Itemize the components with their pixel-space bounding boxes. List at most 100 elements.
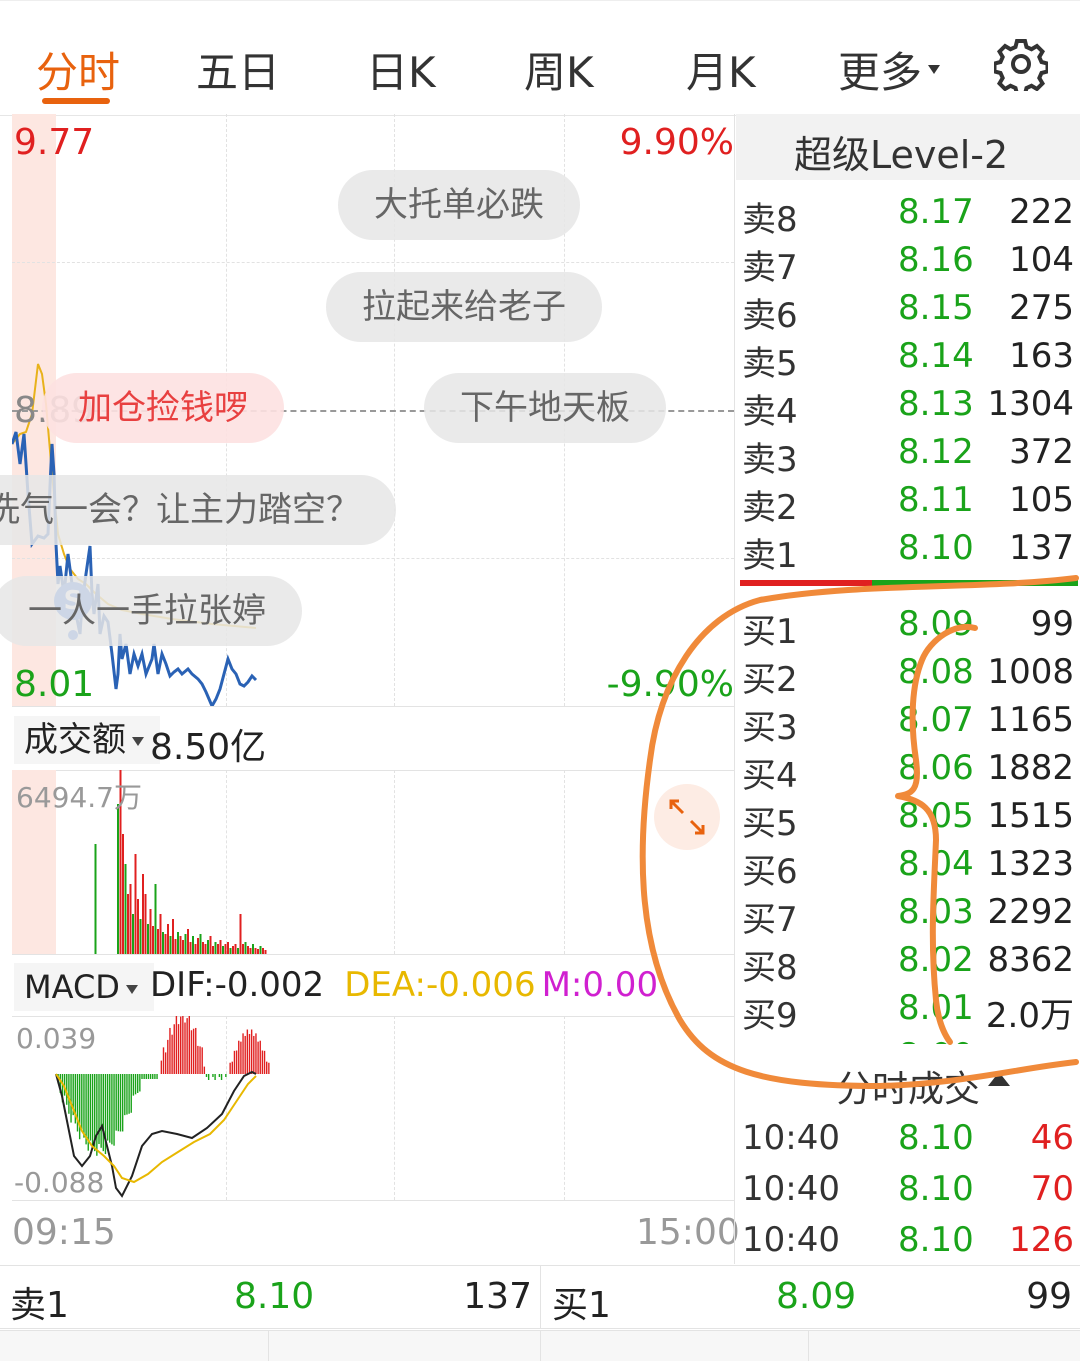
macd-plot xyxy=(55,1016,270,1198)
ask-row[interactable]: 卖3 8.12 372 xyxy=(742,432,1074,480)
trade-row[interactable]: 10:40 8.10 46 xyxy=(742,1118,1074,1168)
bid-row[interactable]: 买9 8.01 2.0万 xyxy=(742,988,1074,1036)
price-low-label: 8.01 xyxy=(14,664,95,705)
volume-bar xyxy=(189,942,192,954)
ask-row[interactable]: 卖8 8.17 222 xyxy=(742,192,1074,240)
volume-bar xyxy=(222,946,224,954)
order-label: 买3 xyxy=(742,708,798,748)
volume-bar xyxy=(167,924,169,954)
bid-row[interactable]: 买6 8.04 1323 xyxy=(742,844,1074,892)
ask-row[interactable]: 卖2 8.11 105 xyxy=(742,480,1074,528)
bullet-comment[interactable]: 下午地天板 xyxy=(424,373,666,443)
volume-bar xyxy=(162,932,164,954)
volume-bar xyxy=(159,914,162,954)
order-vol: 8362 xyxy=(987,940,1074,980)
tab-daily-k[interactable]: 日K xyxy=(366,39,436,100)
order-price: 8.06 xyxy=(898,748,974,788)
order-vol: 137 xyxy=(1009,528,1074,568)
volume-bar xyxy=(132,914,134,954)
caret-down-icon xyxy=(928,65,941,74)
volume-bar xyxy=(194,944,197,954)
volume-bar xyxy=(232,946,234,954)
bullet-comment[interactable]: 一人一手拉张婷 xyxy=(0,576,302,646)
tab-monthly-k[interactable]: 月K xyxy=(686,39,756,100)
order-label: 买2 xyxy=(742,660,798,700)
volume-bar xyxy=(209,936,212,954)
bottom-bid-label: 买1 xyxy=(552,1285,611,1326)
bid-row[interactable]: 买7 8.03 2292 xyxy=(742,892,1074,940)
bullet-comment[interactable]: 拉起来给老子 xyxy=(326,272,602,342)
volume-chart[interactable]: 6494.7万 xyxy=(12,770,734,954)
order-vol: 99 xyxy=(1030,604,1074,644)
order-label: 买8 xyxy=(742,948,798,988)
order-label: 买7 xyxy=(742,900,798,940)
ask-row[interactable]: 卖4 8.13 1304 xyxy=(742,384,1074,432)
order-label: 买5 xyxy=(742,804,798,844)
volume-bar xyxy=(239,914,242,954)
bid-row[interactable]: 买3 8.07 1165 xyxy=(742,700,1074,748)
ask-row[interactable]: 卖7 8.16 104 xyxy=(742,240,1074,288)
trade-row[interactable]: 10:40 8.10 70 xyxy=(742,1169,1074,1219)
bid-row[interactable]: 买2 8.08 1008 xyxy=(742,652,1074,700)
trades-header[interactable]: 分时成交 xyxy=(736,1052,1080,1112)
volume-bar xyxy=(149,909,152,954)
bullet-comment[interactable]: 大托单必跌 xyxy=(338,170,580,240)
expand-icon[interactable] xyxy=(654,784,720,850)
volume-bar xyxy=(124,864,127,954)
trades-title: 分时成交 xyxy=(836,1069,981,1110)
macd-m: M:0.007 xyxy=(541,965,662,1005)
bullet-comment-highlighted[interactable]: 加仓捡钱啰 xyxy=(42,373,284,443)
tab-weekly-k[interactable]: 周K xyxy=(524,39,594,100)
order-label: 卖6 xyxy=(742,296,798,336)
bottom-nav-strip xyxy=(0,1330,1080,1361)
order-vol: 222 xyxy=(1009,192,1074,232)
volume-bar xyxy=(157,929,159,954)
volume-type-dropdown[interactable]: 成交额 xyxy=(14,716,160,764)
volume-bar xyxy=(244,942,247,954)
volume-bar xyxy=(197,938,199,954)
bullet-comment[interactable]: 洗气一会？让主力踏空？ xyxy=(0,475,396,545)
volume-type-label: 成交额 xyxy=(24,720,126,760)
indicator-dropdown[interactable]: MACD xyxy=(14,963,154,1011)
order-vol: 1304 xyxy=(987,384,1074,424)
ask-row[interactable]: 卖6 8.15 275 xyxy=(742,288,1074,336)
volume-bar xyxy=(204,944,207,954)
bid-row[interactable]: 买10 8.00 5.2万 xyxy=(742,1036,1074,1044)
order-label: 买1 xyxy=(742,612,798,652)
trade-vol: 70 xyxy=(1030,1169,1074,1209)
ask-row[interactable]: 卖1 8.10 137 xyxy=(742,528,1074,576)
volume-bar xyxy=(144,894,147,954)
volume-bar xyxy=(187,929,189,954)
volume-bar xyxy=(234,944,237,954)
order-vol: 1008 xyxy=(987,652,1074,692)
order-price: 8.12 xyxy=(898,432,974,472)
bid-row[interactable]: 买8 8.02 8362 xyxy=(742,940,1074,988)
tab-five-day[interactable]: 五日 xyxy=(196,39,280,100)
order-vol: 163 xyxy=(1009,336,1074,376)
order-vol: 275 xyxy=(1009,288,1074,328)
volume-bar xyxy=(154,884,157,954)
divider xyxy=(808,1331,809,1361)
bid-row[interactable]: 买5 8.05 1515 xyxy=(742,796,1074,844)
tab-more[interactable]: 更多 xyxy=(838,39,941,100)
level2-header[interactable]: 超级Level-2 xyxy=(736,114,1080,180)
gear-icon[interactable] xyxy=(992,37,1050,96)
macd-max-label: 0.039 xyxy=(16,1022,97,1055)
volume-max-label: 6494.7万 xyxy=(16,781,142,814)
macd-chart[interactable]: 0.039 -0.088 xyxy=(12,1016,734,1200)
trade-row[interactable]: 10:40 8.10 126 xyxy=(742,1220,1074,1270)
bid-row[interactable]: 买1 8.09 99 xyxy=(742,604,1074,652)
volume-bar xyxy=(137,899,139,954)
bid-row[interactable]: 买4 8.06 1882 xyxy=(742,748,1074,796)
volume-bar xyxy=(217,944,219,954)
caret-down-icon xyxy=(132,737,144,746)
order-price: 8.14 xyxy=(898,336,974,376)
time-end-label: 15:00 xyxy=(636,1212,740,1253)
order-label: 买4 xyxy=(742,756,798,796)
ask-row[interactable]: 卖5 8.14 163 xyxy=(742,336,1074,384)
order-label: 卖1 xyxy=(742,536,798,576)
tab-intraday[interactable]: 分时 xyxy=(36,39,120,100)
bottom-bid-volume: 99 xyxy=(1026,1276,1072,1317)
trade-time: 10:40 xyxy=(742,1169,840,1209)
trade-vol: 46 xyxy=(1030,1118,1074,1158)
